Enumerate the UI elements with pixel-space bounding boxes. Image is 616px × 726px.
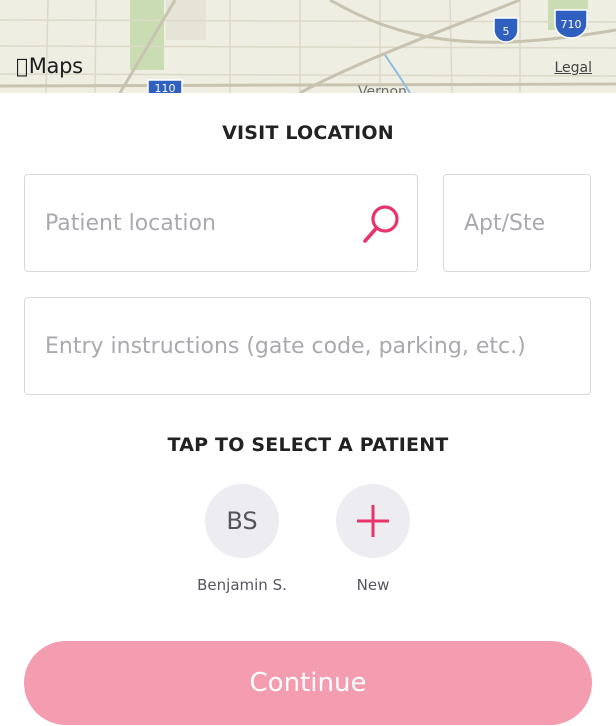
- visit-location-title: VISIT LOCATION: [222, 122, 394, 144]
- highway-5-icon: 5: [493, 17, 519, 43]
- svg-text:5: 5: [503, 25, 510, 38]
- entry-instructions-input[interactable]: [25, 298, 590, 394]
- highway-710-icon: 710: [554, 9, 588, 39]
- select-patient-title: TAP TO SELECT A PATIENT: [167, 434, 449, 456]
- apt-ste-input[interactable]: [444, 175, 590, 271]
- plus-icon: [357, 505, 389, 537]
- maps-brand:  Maps: [16, 54, 83, 78]
- map-roads: 5 710 110 Vernon: [0, 0, 616, 93]
- entry-instructions-field[interactable]: [24, 297, 591, 395]
- add-patient-button[interactable]: [336, 484, 410, 558]
- svg-text:710: 710: [561, 18, 582, 31]
- highway-110-icon: 110: [147, 79, 183, 93]
- map-place-label: Vernon: [358, 84, 407, 93]
- patient-name: Benjamin S.: [197, 576, 287, 594]
- search-icon[interactable]: [361, 202, 403, 246]
- patient-option[interactable]: BS Benjamin S.: [172, 484, 312, 594]
- map-view[interactable]: 5 710 110 Vernon  Maps Legal: [0, 0, 616, 93]
- avatar[interactable]: BS: [205, 484, 279, 558]
- apple-logo-icon: : [16, 54, 28, 78]
- patient-location-input[interactable]: [25, 175, 417, 271]
- legal-link[interactable]: Legal: [554, 60, 592, 76]
- patient-location-field[interactable]: [24, 174, 418, 272]
- new-patient-label: New: [356, 576, 390, 594]
- apt-ste-field[interactable]: [443, 174, 591, 272]
- new-patient-option[interactable]: New: [303, 484, 443, 594]
- svg-text:110: 110: [155, 82, 176, 93]
- continue-button[interactable]: Continue: [24, 641, 592, 725]
